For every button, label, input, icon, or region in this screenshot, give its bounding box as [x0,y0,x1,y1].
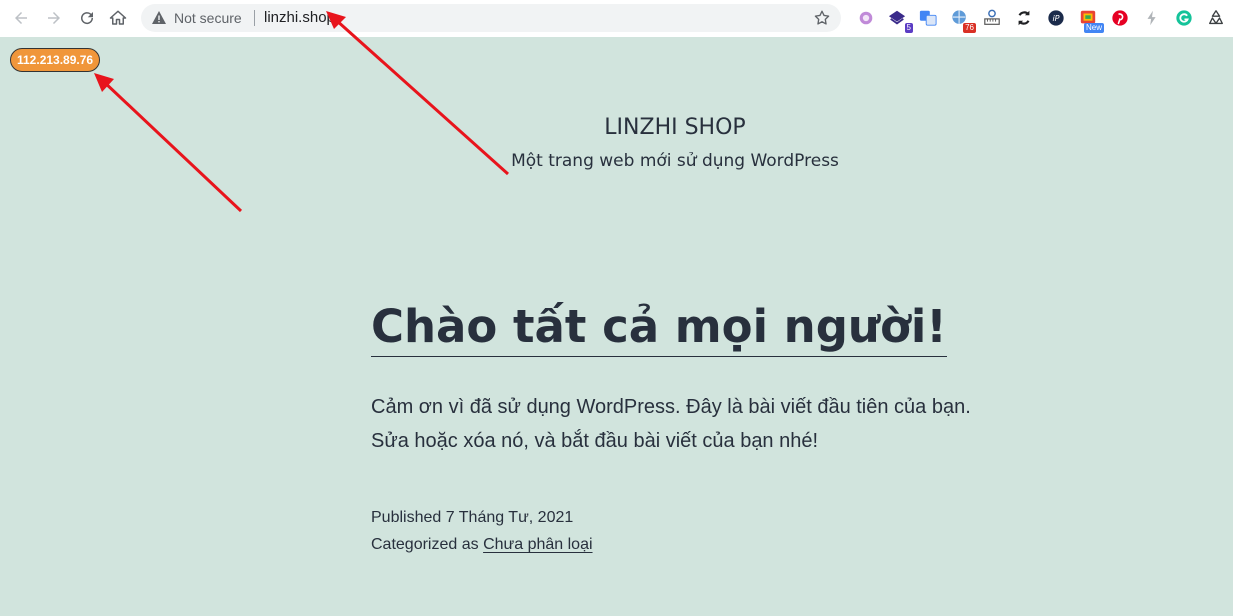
grammarly-extension-icon[interactable] [1174,8,1194,28]
ruler-extension-icon[interactable] [982,8,1002,28]
recycle-extension-icon[interactable] [1206,8,1226,28]
extension-badge: 76 [963,23,976,33]
post-content-line: Sửa hoặc xóa nó, và bắt đầu bài viết của… [371,430,819,452]
post-content-line: Cảm ơn vì đã sử dụng WordPress. Đây là b… [371,396,971,418]
browser-toolbar: Not secure linzhi.shop 5 76 iP New [0,0,1233,37]
security-label[interactable]: Not secure [174,10,242,26]
category-link[interactable]: Chưa phân loại [483,536,592,553]
globe-extension-icon[interactable]: 76 [950,8,976,33]
site-title[interactable]: LINZHI SHOP [0,115,1233,140]
forward-icon[interactable] [42,6,66,30]
home-icon[interactable] [106,6,130,30]
post-category-line: Categorized as Chưa phân loại [371,536,593,554]
post-title[interactable]: Chào tất cả mọi người! [371,298,947,357]
translate-extension-icon[interactable] [918,8,938,28]
reload-icon[interactable] [75,6,99,30]
bookmark-star-icon[interactable] [813,9,831,27]
pinterest-extension-icon[interactable] [1110,8,1130,28]
sync-extension-icon[interactable] [1014,8,1034,28]
extension-badge: 5 [904,23,913,33]
arrowhead-ip [94,73,114,92]
url-text[interactable]: linzhi.shop [264,9,335,26]
stack-extension-icon[interactable]: 5 [887,8,913,33]
post-published-date: Published 7 Tháng Tư, 2021 [371,509,574,526]
post-content: Cảm ơn vì đã sử dụng WordPress. Đây là b… [371,390,1011,458]
ip-extension-icon[interactable]: iP [1046,8,1066,28]
svg-text:iP: iP [1052,13,1059,23]
omnibox-separator [254,10,255,26]
site-description: Một trang web mới sử dụng WordPress [511,151,839,171]
warning-icon[interactable] [151,10,167,26]
address-bar[interactable]: Not secure linzhi.shop [141,4,841,32]
bolt-extension-icon[interactable] [1142,8,1162,28]
color-extension-icon[interactable]: New [1078,8,1104,33]
purple-circle-extension-icon[interactable] [856,8,876,28]
back-icon[interactable] [9,6,33,30]
categorized-label: Categorized as [371,536,479,553]
ip-address-badge: 112.213.89.76 [10,48,101,72]
arrow-to-ip [101,79,243,213]
extension-badge: New [1083,23,1104,33]
